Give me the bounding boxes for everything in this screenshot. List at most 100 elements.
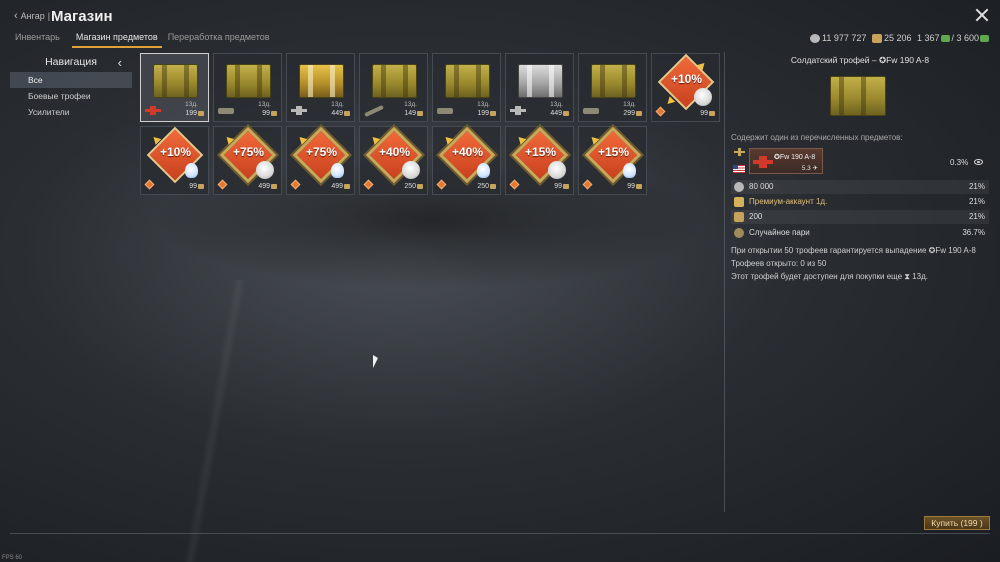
contains-label: Содержит один из перечисленных предметов… — [731, 133, 903, 142]
back-button[interactable]: ‹ Ангар | — [14, 9, 51, 22]
trophy-item[interactable]: 13д. 149 — [359, 53, 428, 122]
eagle-icon — [490, 184, 496, 189]
trophy-item[interactable]: 13д. 199 — [432, 53, 501, 122]
navigation-panel: Навигация ‹ Все Боевые трофеи Усилители — [10, 52, 132, 120]
booster-type-icon — [509, 179, 520, 190]
buy-button[interactable]: Купить (199 ) — [924, 516, 990, 530]
close-icon[interactable] — [975, 8, 989, 22]
trophy-item[interactable]: 13д. 199 — [140, 53, 209, 122]
aircraft-type-icon — [734, 148, 745, 156]
vehicle-icon — [218, 108, 234, 114]
nav-item-boosters[interactable]: Усилители — [10, 104, 132, 120]
booster-item[interactable]: +10% 99 — [140, 126, 209, 195]
price-value: 99 — [627, 183, 635, 190]
eye-icon[interactable] — [974, 159, 983, 165]
fps-counter: FPS 60 — [2, 555, 23, 561]
crate-icon — [299, 64, 344, 98]
trophy-item[interactable]: 13д. 299 — [578, 53, 647, 122]
eagle-icon — [417, 111, 423, 116]
trophy-item[interactable]: 13д. 449 — [286, 53, 355, 122]
timer-label: 13д. — [477, 101, 490, 108]
trophy-image — [830, 76, 886, 116]
ge-icon — [980, 34, 990, 42]
reward-label: 80 000 — [749, 182, 774, 191]
booster-item[interactable]: +40% 250 — [432, 126, 501, 195]
price-value: 449 — [331, 110, 343, 117]
booster-item[interactable]: +75% 499 — [213, 126, 282, 195]
booster-type-icon — [144, 179, 155, 190]
silver-icon — [734, 182, 744, 192]
lion-icon — [256, 161, 274, 179]
eagle-icon — [271, 111, 277, 116]
timer-label: 13д. — [550, 101, 563, 108]
item-price: 499 — [258, 183, 277, 190]
collapse-icon[interactable]: ‹ — [118, 55, 122, 70]
eagle-icon — [490, 111, 496, 116]
crate-icon — [445, 64, 490, 98]
tab-inventory[interactable]: Инвентарь — [15, 32, 68, 48]
timer-label: 13д. — [185, 101, 198, 108]
price-value: 250 — [477, 183, 489, 190]
lightbulb-icon — [477, 163, 490, 178]
lightbulb-icon — [185, 163, 198, 178]
item-price: 449 — [550, 110, 569, 117]
booster-item[interactable]: +75% 499 — [286, 126, 355, 195]
reward-row: 80 000 21% — [731, 180, 989, 194]
vehicle-icon — [510, 106, 526, 115]
eagle-icon — [271, 184, 277, 189]
price-value: 149 — [404, 110, 416, 117]
price-value: 199 — [477, 110, 489, 117]
nav-item-battle-trophies[interactable]: Боевые трофеи — [10, 88, 132, 104]
reward-row: Случайное пари 36.7% — [731, 226, 989, 240]
trophy-item[interactable]: 13д. 449 — [505, 53, 574, 122]
vehicle-name: ✪Fw 190 A-8 — [774, 154, 816, 161]
page-title: Магазин — [51, 8, 113, 25]
back-label: Ангар — [20, 11, 45, 21]
eagle-icon — [563, 111, 569, 116]
booster-item[interactable]: +10% 99 — [651, 53, 720, 122]
eagle-icon — [636, 111, 642, 116]
price-value: 199 — [185, 110, 197, 117]
reward-label: Случайное пари — [749, 228, 810, 237]
item-price: 250 — [404, 183, 423, 190]
item-price: 99 — [700, 110, 715, 117]
booster-item[interactable]: +15% 99 — [505, 126, 574, 195]
crate-icon — [226, 64, 271, 98]
nav-header: Навигация ‹ — [10, 52, 132, 72]
silver-icon — [810, 33, 820, 43]
crate-icon — [153, 64, 198, 98]
price-value: 99 — [262, 110, 270, 117]
vehicle-icon — [583, 108, 599, 114]
trophy-item[interactable]: 13д. 99 — [213, 53, 282, 122]
eagle-icon — [344, 184, 350, 189]
booster-value: +15% — [597, 145, 630, 159]
usa-flag-icon — [733, 165, 745, 173]
lightbulb-icon — [331, 163, 344, 178]
vehicle-battle-rating: 5.3 ✈ — [801, 165, 818, 172]
tab-item-shop[interactable]: Магазин предметов — [71, 32, 162, 48]
booster-type-icon — [436, 179, 447, 190]
vehicle-card[interactable]: ✪Fw 190 A-8 5.3 ✈ — [749, 148, 823, 174]
timer-label: 13д. — [404, 101, 417, 108]
vehicle-icon — [437, 108, 453, 114]
booster-item[interactable]: +15% 99 — [578, 126, 647, 195]
nav-title: Навигация — [45, 56, 97, 68]
eagle-icon — [198, 184, 204, 189]
nav-item-all[interactable]: Все — [10, 72, 132, 88]
booster-value: +75% — [305, 145, 338, 159]
divider: | — [47, 11, 51, 21]
crate-icon — [372, 64, 417, 98]
booster-type-icon — [217, 179, 228, 190]
crate-icon — [591, 64, 636, 98]
booster-item[interactable]: +40% 250 — [359, 126, 428, 195]
eagle-icon — [417, 184, 423, 189]
premium-icon — [734, 197, 744, 207]
wager-icon — [734, 228, 744, 238]
item-price: 99 — [554, 183, 569, 190]
chevron-left-icon: ‹ — [14, 9, 18, 22]
price-value: 250 — [404, 183, 416, 190]
booster-value: +10% — [159, 145, 192, 159]
price-value: 499 — [331, 183, 343, 190]
tab-item-recycling[interactable]: Переработка предметов — [168, 32, 278, 48]
ge-icon — [940, 34, 950, 42]
